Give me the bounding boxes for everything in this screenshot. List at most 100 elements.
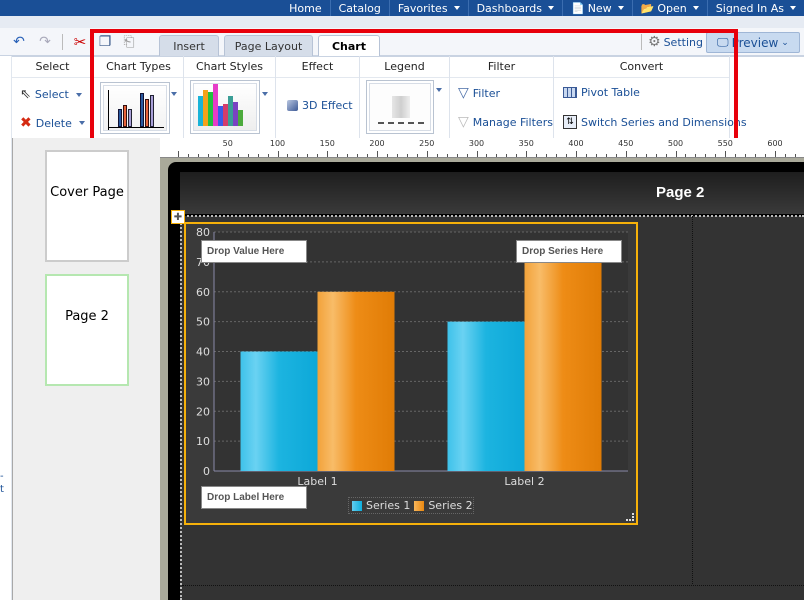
new-document-icon: 📄 (570, 1, 585, 15)
x-tick-label: Label 2 (504, 475, 544, 488)
legend-gallery[interactable] (366, 80, 434, 134)
dropdown-icon (78, 121, 85, 125)
thumbnail-label: Page 2 (65, 309, 109, 324)
legend-dropdown-icon[interactable] (436, 88, 442, 92)
ruler-label: 250 (419, 139, 435, 148)
chevron-down-icon (617, 6, 624, 10)
chart-styles-dropdown-icon[interactable] (262, 92, 268, 96)
ruler-tick (615, 154, 617, 157)
ruler-tick (655, 154, 657, 157)
3d-effect-button[interactable]: 3D Effect (287, 99, 353, 112)
ruler-tick (297, 154, 299, 157)
ruler-tick (446, 154, 448, 157)
legend-label: Series 2 (428, 499, 473, 512)
switch-series-button[interactable]: ⇅ Switch Series and Dimensions (563, 115, 747, 129)
ruler-tick (357, 154, 359, 157)
truncated-link-text[interactable]: -t (0, 470, 4, 496)
tab-chart[interactable]: Chart (318, 35, 380, 57)
ruler-tick (576, 151, 577, 157)
ruler-tick (526, 151, 528, 157)
chart-types-gallery[interactable] (100, 82, 170, 134)
drop-label-zone[interactable]: Drop Label Here (201, 486, 307, 509)
nav-item-dashboards[interactable]: Dashboards (467, 0, 562, 16)
ruler-tick (436, 154, 438, 157)
nav-item-new[interactable]: 📄 New (561, 0, 632, 16)
ruler-tick (735, 154, 737, 157)
ruler-label: 550 (717, 139, 733, 148)
preview-label: Preview (731, 35, 779, 50)
ruler-tick (207, 154, 209, 157)
ruler-tick (665, 154, 667, 157)
y-tick-label: 0 (203, 465, 210, 478)
ruler-tick (715, 154, 717, 157)
y-tick-label: 50 (196, 316, 210, 329)
page-title: Page 2 (656, 184, 705, 201)
nav-item-label: Open (657, 1, 687, 15)
ruler-tick (486, 154, 488, 157)
ruler-tick (227, 151, 229, 157)
switch-series-label: Switch Series and Dimensions (581, 115, 747, 129)
nav-item-signed-in-as[interactable]: Signed In As (706, 0, 804, 16)
ruler-tick (426, 151, 428, 157)
setting-button[interactable]: ⚙ Setting (648, 34, 703, 50)
bar-series-2-label-1 (317, 291, 395, 471)
filter-button[interactable]: ▽ Filter (458, 85, 500, 101)
ruler-tick (317, 154, 319, 157)
delete-button[interactable]: ✖ Delete (20, 115, 85, 131)
y-tick-label: 60 (196, 286, 210, 299)
chart-styles-gallery[interactable] (190, 80, 260, 134)
ruler-label: 350 (518, 139, 534, 148)
manage-filters-button[interactable]: ▽ Manage Filters (458, 114, 553, 130)
nav-item-catalog[interactable]: Catalog (329, 0, 389, 16)
ruler-tick (217, 154, 219, 157)
toolbar-divider (62, 34, 63, 50)
preview-icon: 🖵 (717, 35, 729, 49)
ruler-tick (476, 151, 478, 157)
select-button[interactable]: ⇖ Select (20, 87, 82, 102)
tab-insert[interactable]: Insert (159, 35, 219, 56)
preview-button[interactable]: 🖵 Preview ⌄ (706, 32, 800, 53)
ruler-tick (416, 154, 418, 157)
ruler-label: 600 (767, 139, 783, 148)
ruler-label: 200 (369, 139, 385, 148)
ruler-tick (685, 154, 687, 157)
ruler-tick (556, 154, 558, 157)
ruler-tick (267, 154, 269, 157)
nav-item-label: Signed In As (715, 1, 784, 15)
page-header (180, 172, 804, 214)
redo-icon[interactable]: ↷ (36, 33, 54, 51)
nav-item-open[interactable]: 📂 Open (631, 0, 707, 16)
bar-series-2-label-2 (524, 261, 602, 471)
ruler-tick (675, 151, 677, 157)
pivot-table-button[interactable]: Pivot Table (563, 86, 640, 99)
group-title: Effect (276, 56, 359, 78)
ruler-label: 50 (222, 139, 233, 148)
ruler-label: 300 (468, 139, 485, 148)
ruler-tick (377, 151, 378, 157)
layout-guide (180, 216, 182, 600)
resize-handle-icon[interactable] (626, 513, 634, 521)
ruler-tick (257, 154, 259, 157)
cut-icon[interactable]: ✂ (71, 33, 89, 51)
chart-container[interactable]: 01020304050607080Label 1Label 2 (184, 222, 638, 525)
legend-swatch-series2 (414, 500, 425, 511)
nav-item-favorites[interactable]: Favorites (388, 0, 468, 16)
nav-item-home[interactable]: Home (281, 0, 329, 16)
drop-value-zone[interactable]: Drop Value Here (201, 240, 307, 263)
y-tick-label: 20 (196, 405, 210, 418)
ruler-label: 150 (319, 139, 335, 148)
ruler-tick (496, 154, 498, 157)
ruler-tick (745, 154, 747, 157)
gear-icon: ⚙ (648, 34, 661, 50)
page-thumbnail-page2[interactable]: Page 2 (45, 274, 129, 386)
layout-guide (182, 585, 804, 586)
tab-page-layout[interactable]: Page Layout (224, 35, 313, 56)
page-thumbnail-cover[interactable]: Cover Page (45, 150, 129, 262)
paste-icon[interactable]: ⎗ (120, 33, 138, 51)
move-handle-icon[interactable]: ✚ (171, 210, 185, 224)
undo-icon[interactable]: ↶ (10, 33, 28, 51)
chart-types-dropdown-icon[interactable] (171, 92, 177, 96)
drop-series-zone[interactable]: Drop Series Here (516, 240, 622, 263)
ruler-tick (546, 154, 548, 157)
copy-icon[interactable]: ❐ (96, 33, 114, 51)
